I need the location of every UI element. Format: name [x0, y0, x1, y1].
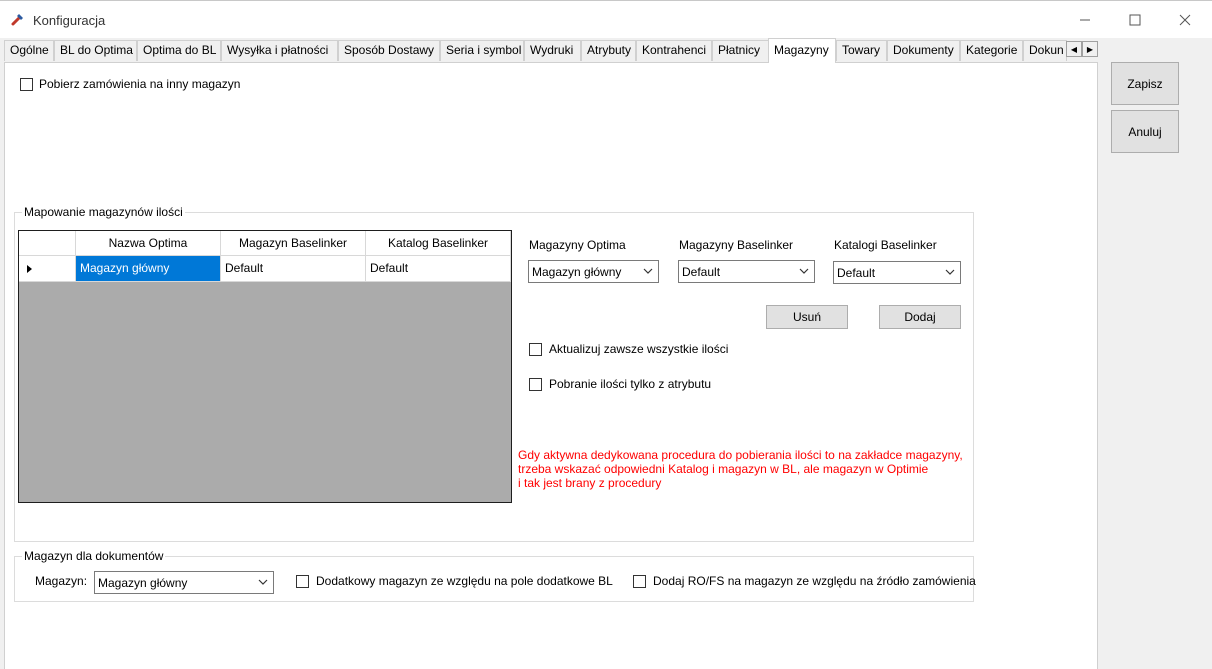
- zapisz-button[interactable]: Zapisz: [1111, 62, 1179, 105]
- tab-wysylka-i-platnosci[interactable]: Wysyłka i płatności: [221, 40, 338, 61]
- column-header-katalog-baselinker[interactable]: Katalog Baselinker: [366, 231, 511, 256]
- pobierz-zamowienia-label: Pobierz zamówienia na inny magazyn: [39, 77, 241, 91]
- magazyn-dokumentow-select[interactable]: Magazyn główny: [94, 571, 274, 594]
- magazyn-label: Magazyn:: [35, 574, 88, 588]
- magazyny-optima-value: Magazyn główny: [532, 265, 622, 279]
- chevron-down-icon: [945, 269, 955, 275]
- dodatkowy-magazyn-label: Dodatkowy magazyn ze względu na pole dod…: [316, 574, 613, 588]
- tab-seria-i-symbol[interactable]: Seria i symbol: [440, 40, 524, 61]
- tab-kategorie[interactable]: Kategorie: [960, 40, 1023, 61]
- pobranie-z-atrybutu-checkbox[interactable]: [529, 378, 542, 391]
- tab-ogolne[interactable]: Ogólne: [4, 40, 54, 61]
- aktualizuj-ilosci-label: Aktualizuj zawsze wszystkie ilości: [549, 342, 729, 356]
- tab-strip: Ogólne BL do Optima Optima do BL Wysyłka…: [0, 38, 1100, 63]
- chevron-down-icon: [643, 268, 653, 274]
- row-selector[interactable]: [19, 256, 76, 282]
- pobierz-zamowienia-checkbox[interactable]: [20, 78, 33, 91]
- dodaj-ro-fs-checkbox[interactable]: [633, 575, 646, 588]
- magazyny-optima-select[interactable]: Magazyn główny: [528, 260, 659, 283]
- tab-scroll-left-icon[interactable]: ◀: [1066, 41, 1082, 57]
- grid-header: Nazwa Optima Magazyn Baselinker Katalog …: [19, 231, 511, 256]
- mapping-group-title: Mapowanie magazynów ilości: [22, 205, 185, 219]
- maximize-icon[interactable]: [1112, 5, 1158, 35]
- chevron-down-icon: [799, 268, 809, 274]
- mapping-grid[interactable]: Nazwa Optima Magazyn Baselinker Katalog …: [18, 230, 512, 503]
- note-line: trzeba wskazać odpowiedni Katalog i maga…: [518, 462, 929, 476]
- anuluj-button[interactable]: Anuluj: [1111, 110, 1179, 153]
- minimize-icon[interactable]: [1062, 5, 1108, 35]
- tab-dokumenty-2[interactable]: Dokun: [1023, 40, 1067, 61]
- magazyny-optima-label: Magazyny Optima: [529, 238, 626, 252]
- documents-group-title: Magazyn dla dokumentów: [22, 549, 166, 563]
- tab-optima-do-bl[interactable]: Optima do BL: [137, 40, 221, 61]
- note-line: Gdy aktywna dedykowana procedura do pobi…: [518, 448, 963, 462]
- grid-corner-header: [19, 231, 76, 256]
- tab-bl-do-optima[interactable]: BL do Optima: [54, 40, 137, 61]
- tab-dokumenty[interactable]: Dokumenty: [887, 40, 960, 61]
- katalogi-baselinker-value: Default: [837, 266, 876, 280]
- magazyny-baselinker-value: Default: [682, 265, 721, 279]
- row-pointer-icon: [27, 265, 32, 273]
- wrench-icon: [10, 11, 26, 27]
- column-header-nazwa-optima[interactable]: Nazwa Optima: [76, 231, 221, 256]
- tab-magazyny[interactable]: Magazyny: [768, 38, 836, 63]
- cell-nazwa-optima[interactable]: Magazyn główny: [76, 256, 221, 282]
- table-row[interactable]: Magazyn główny Default Default: [19, 256, 511, 282]
- tab-platnicy[interactable]: Płatnicy: [712, 40, 769, 61]
- close-icon[interactable]: [1162, 5, 1208, 35]
- pobranie-z-atrybutu-label: Pobranie ilości tylko z atrybutu: [549, 377, 712, 391]
- tab-wydruki[interactable]: Wydruki: [524, 40, 581, 61]
- dodaj-ro-fs-label: Dodaj RO/FS na magazyn ze względu na źró…: [653, 574, 976, 588]
- cell-magazyn-baselinker[interactable]: Default: [221, 256, 366, 282]
- chevron-down-icon: [258, 579, 268, 585]
- tab-kontrahenci[interactable]: Kontrahenci: [636, 40, 712, 61]
- tab-towary[interactable]: Towary: [836, 40, 887, 61]
- dodatkowy-magazyn-checkbox[interactable]: [296, 575, 309, 588]
- magazyny-baselinker-label: Magazyny Baselinker: [679, 238, 794, 252]
- aktualizuj-ilosci-checkbox[interactable]: [529, 343, 542, 356]
- title-bar: Konfiguracja: [0, 0, 1212, 38]
- tab-sposob-dostawy[interactable]: Sposób Dostawy: [338, 40, 440, 61]
- column-header-magazyn-baselinker[interactable]: Magazyn Baselinker: [221, 231, 366, 256]
- magazyny-baselinker-select[interactable]: Default: [678, 260, 815, 283]
- procedure-note: Gdy aktywna dedykowana procedura do pobi…: [518, 448, 970, 490]
- window-title: Konfiguracja: [33, 13, 106, 28]
- dodaj-button[interactable]: Dodaj: [879, 305, 961, 329]
- usun-button[interactable]: Usuń: [766, 305, 848, 329]
- magazyn-dokumentow-value: Magazyn główny: [98, 576, 188, 590]
- katalogi-baselinker-label: Katalogi Baselinker: [834, 238, 937, 252]
- tab-scroll-right-icon[interactable]: ▶: [1082, 41, 1098, 57]
- note-line: i tak jest brany z procedury: [518, 476, 662, 490]
- tab-atrybuty[interactable]: Atrybuty: [581, 40, 636, 61]
- cell-katalog-baselinker[interactable]: Default: [366, 256, 511, 282]
- katalogi-baselinker-select[interactable]: Default: [833, 261, 961, 284]
